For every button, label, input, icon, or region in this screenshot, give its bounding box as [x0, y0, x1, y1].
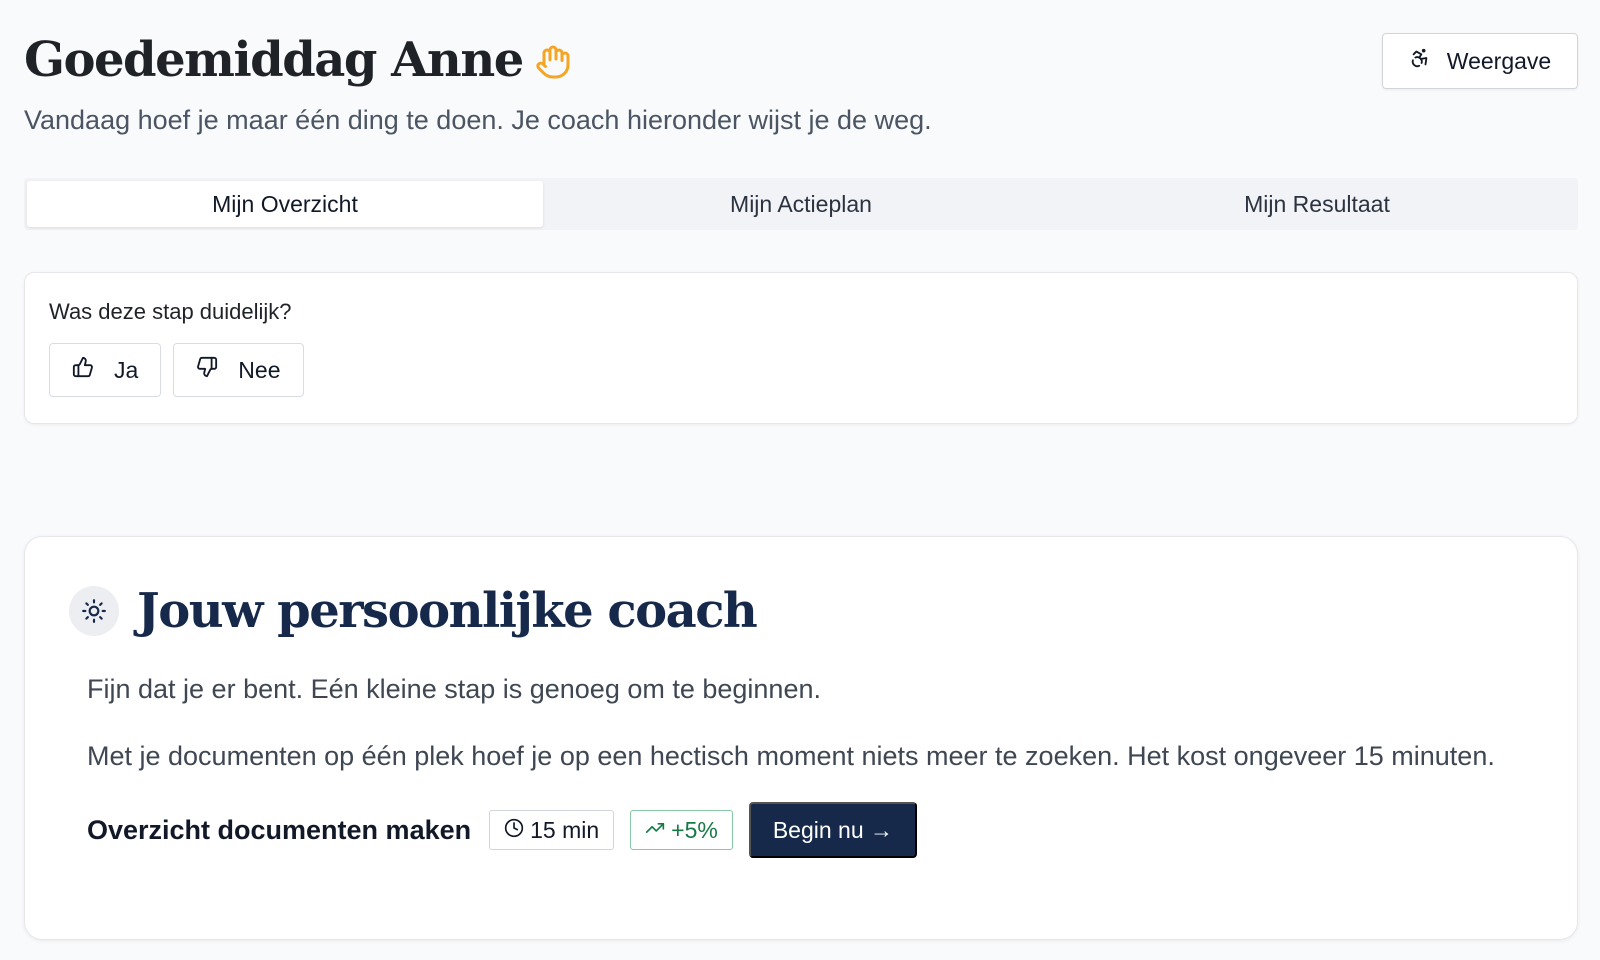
- waving-hand-icon: [535, 44, 571, 80]
- feedback-yes-label: Ja: [114, 356, 139, 383]
- tab-overzicht[interactable]: Mijn Overzicht: [27, 181, 543, 227]
- start-now-button[interactable]: Begin nu →: [748, 802, 918, 858]
- feedback-no-label: Nee: [238, 356, 281, 383]
- accessibility-icon: [1409, 47, 1431, 75]
- progress-gain-badge: +5%: [630, 810, 733, 850]
- coach-header: Jouw persoonlijke coach: [69, 581, 1533, 641]
- thumbs-up-icon: [72, 356, 94, 384]
- coach-title: Jouw persoonlijke coach: [137, 583, 758, 639]
- view-button-label: Weergave: [1446, 47, 1552, 74]
- tab-actieplan[interactable]: Mijn Actieplan: [543, 181, 1059, 227]
- page-title: Goedemiddag Anne: [24, 32, 524, 88]
- feedback-card: Was deze stap duidelijk? Ja Nee: [24, 272, 1578, 424]
- coach-body: Fijn dat je er bent. Eén kleine stap is …: [69, 671, 1533, 858]
- title-row: Goedemiddag Anne: [24, 30, 1576, 90]
- coach-card: Jouw persoonlijke coach Fijn dat je er b…: [24, 536, 1578, 940]
- feedback-yes-button[interactable]: Ja: [49, 343, 162, 397]
- duration-badge: 15 min: [489, 810, 615, 850]
- feedback-no-button[interactable]: Nee: [173, 343, 304, 397]
- action-row: Overzicht documenten maken 15 min +5% Be…: [87, 802, 1533, 858]
- feedback-buttons: Ja Nee: [49, 343, 1553, 397]
- trending-up-icon: [645, 817, 665, 844]
- clock-icon: [504, 817, 524, 844]
- action-title: Overzicht documenten maken: [87, 814, 472, 845]
- page-subtitle: Vandaag hoef je maar één ding te doen. J…: [24, 105, 932, 135]
- sun-icon: [69, 586, 119, 636]
- gain-text: +5%: [671, 816, 718, 843]
- coach-intro-text: Fijn dat je er bent. Eén kleine stap is …: [87, 674, 821, 704]
- coach-detail-text: Met je documenten op één plek hoef je op…: [87, 741, 1495, 771]
- page-header: Goedemiddag Anne Vandaag hoef je maar éé…: [24, 30, 1576, 138]
- view-settings-button[interactable]: Weergave: [1382, 33, 1578, 89]
- tab-resultaat[interactable]: Mijn Resultaat: [1059, 181, 1575, 227]
- duration-text: 15 min: [530, 816, 600, 843]
- tab-bar: Mijn Overzicht Mijn Actieplan Mijn Resul…: [24, 178, 1578, 230]
- thumbs-down-icon: [196, 356, 218, 384]
- feedback-question: Was deze stap duidelijk?: [49, 299, 292, 324]
